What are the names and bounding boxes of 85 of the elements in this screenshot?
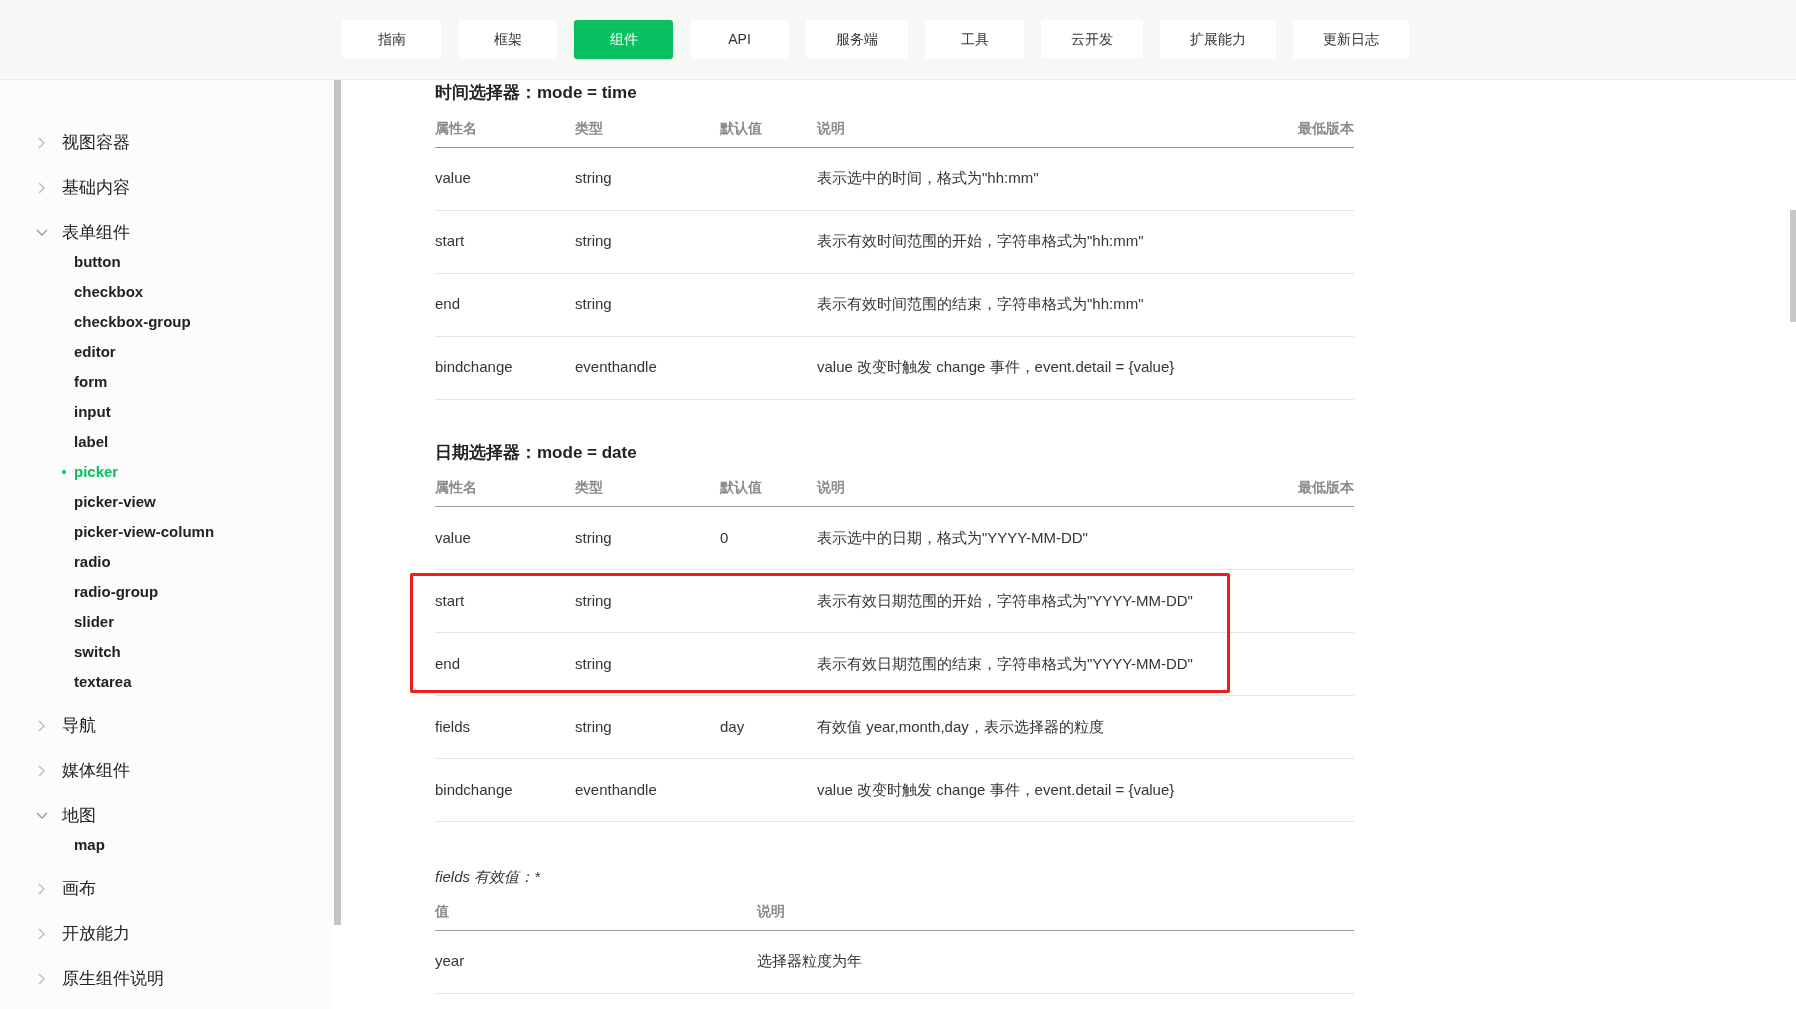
table-cell-text: start: [435, 590, 466, 611]
table-cell-text: string: [575, 527, 613, 548]
table-cell-text: string: [575, 294, 613, 315]
table-cell-text: value 改变时触发 change 事件，event.detail = {value}: [817, 779, 1176, 800]
sidebar-item[interactable]: form: [74, 370, 108, 394]
sidebar-group[interactable]: 原生组件说明: [36, 956, 334, 1001]
chevron-right-icon: [38, 719, 46, 732]
table-cell-text: value: [435, 168, 472, 189]
sidebar-item[interactable]: radio: [74, 550, 111, 574]
sidebar-item[interactable]: checkbox: [74, 280, 144, 304]
nav-tab[interactable]: 框架: [458, 20, 557, 59]
scrollbar-thumb[interactable]: [1790, 210, 1796, 322]
table-cell-text: 表示有效日期范围的开始，字符串格式为"YYYY-MM-DD": [817, 590, 1194, 611]
column-header: 最低版本: [1298, 478, 1354, 497]
column-header: 默认值: [720, 478, 763, 497]
nav-tab[interactable]: 指南: [342, 20, 441, 59]
sidebar-item[interactable]: picker-view: [74, 490, 156, 514]
chevron-right-icon: [38, 764, 46, 777]
table-cell-text: string: [575, 168, 613, 189]
sidebar-group[interactable]: 媒体组件: [36, 748, 334, 793]
table-cell-text: end: [435, 653, 462, 674]
table-cell-text: fields: [435, 716, 472, 737]
table-cell-text: string: [575, 231, 613, 252]
column-header: 默认值: [720, 118, 763, 138]
sidebar-item[interactable]: label: [74, 430, 109, 454]
table-cell-text: end: [435, 294, 462, 315]
sidebar-group[interactable]: 画布: [36, 866, 334, 911]
nav-tab[interactable]: 云开发: [1041, 20, 1143, 59]
table-cell-text: value 改变时触发 change 事件，event.detail = {value}: [817, 357, 1176, 378]
table-cell-text: bindchange: [435, 779, 514, 800]
chevron-down-icon: [36, 811, 48, 820]
table-cell-text: 表示有效时间范围的结束，字符串格式为"hh:mm": [817, 294, 1145, 315]
table-cell-text: 表示选中的日期，格式为"YYYY-MM-DD": [817, 527, 1089, 548]
column-header: 属性名: [435, 118, 478, 138]
sidebar-item[interactable]: radio-group: [74, 580, 159, 604]
sidebar-item[interactable]: checkbox-group: [74, 310, 191, 334]
table-cell-text: bindchange: [435, 357, 514, 378]
sidebar-item[interactable]: editor: [74, 340, 116, 364]
sidebar-item[interactable]: input: [74, 400, 111, 424]
table-cell-text: 表示有效日期范围的结束，字符串格式为"YYYY-MM-DD": [817, 653, 1194, 674]
column-header: 说明: [817, 478, 846, 497]
sidebar-item[interactable]: switch: [74, 640, 121, 664]
table-cell: 0: [720, 528, 729, 546]
table-cell-text: start: [435, 231, 466, 252]
table-cell-text: eventhandle: [575, 779, 658, 800]
chevron-right-icon: [38, 882, 46, 895]
nav-tab[interactable]: 更新日志: [1293, 20, 1409, 59]
table-cell-text: string: [575, 653, 613, 674]
sidebar-group[interactable]: 导航: [36, 703, 334, 748]
sidebar-item[interactable]: textarea: [74, 670, 132, 694]
chevron-down-icon: [36, 228, 48, 237]
nav-tab[interactable]: 服务端: [806, 20, 908, 59]
column-header: 说明: [757, 901, 786, 921]
table-cell-text: string: [575, 590, 613, 611]
chevron-right-icon: [38, 927, 46, 940]
nav-tab[interactable]: API: [690, 20, 789, 59]
column-header: 类型: [575, 478, 604, 497]
section-heading: 日期选择器：mode = date: [435, 441, 638, 464]
table-cell-text: 表示选中的时间，格式为"hh:mm": [817, 168, 1040, 189]
table-cell-text: value: [435, 527, 472, 548]
section-note: fields 有效值：*: [435, 867, 542, 887]
sidebar-group[interactable]: 基础内容: [36, 165, 334, 210]
table-cell-text: 选择器粒度为年: [757, 951, 863, 972]
table-cell-text: year: [435, 951, 466, 972]
table-cell-text: 有效值 year,month,day，表示选择器的粒度: [817, 716, 1105, 737]
chevron-right-icon: [38, 181, 46, 194]
column-header: 类型: [575, 118, 604, 138]
sidebar-group[interactable]: 开放能力: [36, 911, 334, 956]
column-header: 说明: [817, 118, 846, 138]
column-header: 属性名: [435, 478, 478, 497]
sidebar-item[interactable]: slider: [74, 610, 115, 634]
nav-tab[interactable]: 扩展能力: [1160, 20, 1276, 59]
table-cell-text: string: [575, 716, 613, 737]
chevron-right-icon: [38, 136, 46, 149]
chevron-right-icon: [38, 972, 46, 985]
column-header: 最低版本: [1298, 118, 1354, 138]
sidebar-item[interactable]: picker-view-column: [74, 520, 215, 544]
table-cell-text: eventhandle: [575, 357, 658, 378]
table-cell: day: [720, 717, 745, 735]
nav-tab[interactable]: 工具: [925, 20, 1024, 59]
table-cell-text: 表示有效时间范围的开始，字符串格式为"hh:mm": [817, 231, 1145, 252]
section-heading: 时间选择器：mode = time: [435, 82, 638, 104]
sidebar-group[interactable]: 视图容器: [36, 120, 334, 165]
scrollbar-thumb[interactable]: [334, 80, 341, 925]
column-header: 值: [435, 901, 450, 921]
